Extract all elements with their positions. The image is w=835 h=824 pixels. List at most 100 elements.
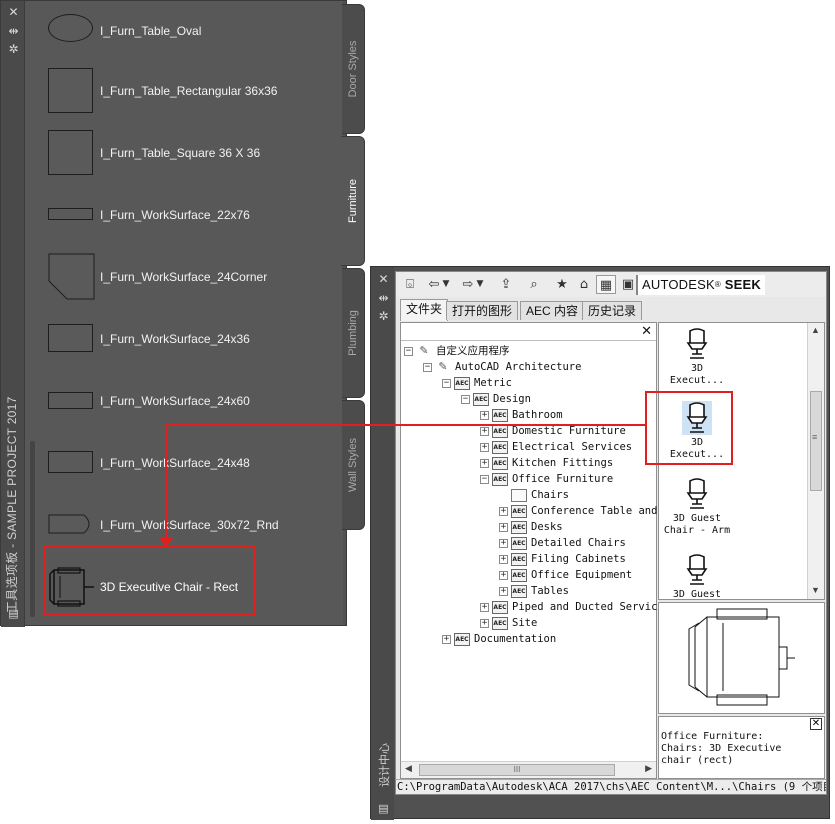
forward-dropdown-icon[interactable]: ▼ xyxy=(474,275,486,294)
tool-label: I_Furn_WorkSurface_24Corner xyxy=(100,270,268,284)
preview-toggle-icon[interactable]: ▣ xyxy=(618,275,638,294)
content-item[interactable]: 3D Guest Chair - Arm xyxy=(661,477,733,537)
aec-folder-icon: AEC xyxy=(511,553,527,566)
close-icon[interactable]: ✕ xyxy=(377,273,390,286)
autodesk-seek-button[interactable]: AUTODESK® SEEK xyxy=(636,275,766,295)
tree-node-label: AutoCAD Architecture xyxy=(455,361,582,373)
arrow-head-icon xyxy=(159,538,173,547)
palette-menu-icon[interactable]: ▤ xyxy=(7,607,20,620)
expand-icon[interactable]: + xyxy=(499,507,508,516)
dc-menu-icon[interactable]: ▤ xyxy=(377,802,390,815)
description-pane: ✕ Office Furniture: Chairs: 3D Executive… xyxy=(658,716,825,779)
scroll-right-icon[interactable]: ▶ xyxy=(645,763,652,774)
scroll-thumb[interactable]: III xyxy=(419,764,615,776)
content-item[interactable]: 3D Guest xyxy=(661,553,733,601)
tree-node-label: Kitchen Fittings xyxy=(512,457,614,469)
expand-icon[interactable]: + xyxy=(480,443,489,452)
scroll-thumb[interactable]: ≡ xyxy=(810,391,822,491)
tool-label: I_Furn_WorkSurface_24x48 xyxy=(100,456,250,470)
properties-icon[interactable]: ✲ xyxy=(7,43,20,56)
expand-icon[interactable]: + xyxy=(442,635,451,644)
expand-icon[interactable]: + xyxy=(480,619,489,628)
autohide-icon[interactable]: ⇹ xyxy=(7,25,20,38)
close-icon[interactable]: ✕ xyxy=(7,6,20,19)
tree-toggle-icon[interactable]: ▦ xyxy=(596,275,616,294)
dc-toolbar: ⌺ ⇦ ▼ ⇨ ▼ ⇪ ⌕ ★ ⌂ ▦ ▣ AUTODESK® SEEK xyxy=(396,272,826,297)
collapse-icon[interactable]: − xyxy=(423,363,432,372)
expand-icon[interactable]: + xyxy=(499,523,508,532)
scroll-down-icon[interactable]: ▼ xyxy=(811,585,820,595)
search-icon[interactable]: ⌕ xyxy=(524,275,544,294)
collapse-icon[interactable]: − xyxy=(480,475,489,484)
aec-folder-icon: AEC xyxy=(454,377,470,390)
preview-pane xyxy=(658,602,825,714)
table-rect-icon xyxy=(48,68,93,113)
tool-item[interactable]: I_Furn_Table_Rectangular 36x36 xyxy=(24,60,342,122)
dc-title: 设计中心 xyxy=(379,743,391,787)
tool-item[interactable]: I_Furn_Table_Oval xyxy=(24,0,342,62)
tab-history[interactable]: 历史记录 xyxy=(582,301,643,320)
content-item[interactable]: 3D Execut... xyxy=(661,327,733,387)
aec-folder-icon: AEC xyxy=(511,585,527,598)
worksurface-icon xyxy=(48,324,93,352)
folder-icon xyxy=(511,489,527,502)
collapse-icon[interactable]: − xyxy=(442,379,451,388)
content-vertical-scrollbar[interactable]: ▲ ≡ ▼ xyxy=(807,323,824,599)
tree-node-label: Metric xyxy=(474,377,512,389)
aec-folder-icon: AEC xyxy=(492,617,508,630)
expand-icon[interactable]: + xyxy=(499,539,508,548)
expand-icon[interactable]: + xyxy=(480,603,489,612)
tool-item[interactable]: I_Furn_WorkSurface_24x60 xyxy=(24,370,342,432)
tool-label: I_Furn_WorkSurface_24x36 xyxy=(100,332,250,346)
tool-label: I_Furn_WorkSurface_22x76 xyxy=(100,208,250,222)
tree-horizontal-scrollbar[interactable]: ◀ III ▶ xyxy=(401,761,656,778)
tab-plumbing[interactable]: Plumbing xyxy=(342,268,365,398)
folder-tree[interactable]: ✕ − ✎ 自定义应用程序 − ✎ AutoCAD Architecture − AEC Met… xyxy=(400,322,676,779)
aec-folder-icon: AEC xyxy=(511,569,527,582)
connector-line xyxy=(166,424,646,426)
load-icon[interactable]: ⌺ xyxy=(400,275,420,294)
expand-icon[interactable]: + xyxy=(480,411,489,420)
tool-item[interactable]: I_Furn_WorkSurface_24Corner xyxy=(24,246,342,308)
chair-thumbnail-icon xyxy=(686,478,708,509)
expand-icon[interactable]: + xyxy=(499,587,508,596)
tab-furniture[interactable]: Furniture xyxy=(341,136,365,266)
expand-icon[interactable]: + xyxy=(499,571,508,580)
tree-node-label: Bathroom xyxy=(512,409,563,421)
tab-wall-styles[interactable]: Wall Styles xyxy=(342,400,365,530)
tab-door-styles[interactable]: Door Styles xyxy=(342,4,365,134)
tree-node-label: Detailed Chairs xyxy=(531,537,626,549)
chair-preview-drawing xyxy=(688,608,795,706)
favorites-icon[interactable]: ★ xyxy=(552,275,572,294)
up-icon[interactable]: ⇪ xyxy=(496,275,516,294)
tool-item[interactable]: I_Furn_WorkSurface_24x36 xyxy=(24,308,342,370)
item-label: 3D Guest xyxy=(672,513,722,524)
tree-node-label: Domestic Furniture xyxy=(512,425,626,437)
home-icon[interactable]: ⌂ xyxy=(574,275,594,294)
scroll-up-icon[interactable]: ▲ xyxy=(811,325,820,335)
tree-node-label: Tables xyxy=(531,585,569,597)
tool-item[interactable]: I_Furn_Table_Square 36 X 36 xyxy=(24,122,342,184)
properties-icon[interactable]: ✲ xyxy=(377,310,390,323)
close-icon[interactable]: ✕ xyxy=(810,718,822,730)
expand-icon[interactable]: + xyxy=(480,459,489,468)
autohide-icon[interactable]: ⇹ xyxy=(377,292,390,305)
expand-icon[interactable]: + xyxy=(499,555,508,564)
tool-item[interactable]: I_Furn_WorkSurface_22x76 xyxy=(24,184,342,246)
scroll-left-icon[interactable]: ◀ xyxy=(405,763,412,774)
collapse-icon[interactable]: − xyxy=(404,347,413,356)
tree-node-label: Office Equipment xyxy=(531,569,633,581)
expand-icon[interactable]: + xyxy=(480,427,489,436)
tree-node-label: Chairs xyxy=(531,489,569,501)
tab-open-drawings[interactable]: 打开的图形 xyxy=(446,301,519,320)
close-icon[interactable]: ✕ xyxy=(641,324,652,339)
back-dropdown-icon[interactable]: ▼ xyxy=(440,275,452,294)
dc-title-bar[interactable]: ✕ ⇹ ✲ ▤ xyxy=(371,267,394,820)
collapse-icon[interactable]: − xyxy=(461,395,470,404)
chair-thumbnail-icon xyxy=(686,328,708,359)
tab-aec-content[interactable]: AEC 内容 xyxy=(520,301,585,320)
worksurface-corner-icon xyxy=(48,253,95,300)
palette-title-bar[interactable]: ✕ ⇹ ✲ 工具选项板 - SAMPLE PROJECT 2017 ▤ xyxy=(1,1,25,627)
tool-item[interactable]: I_Furn_WorkSurface_24x48 xyxy=(24,432,342,494)
tab-folders[interactable]: 文件夹 xyxy=(400,299,449,321)
